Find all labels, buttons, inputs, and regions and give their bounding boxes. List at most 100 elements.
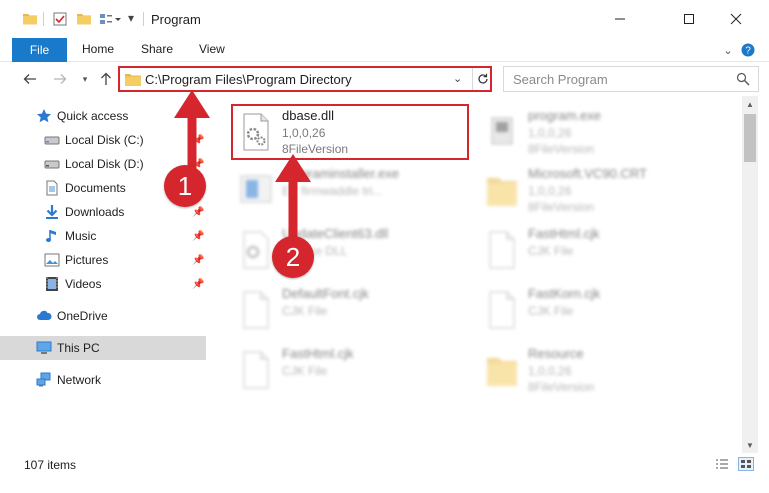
file-icon [243,351,269,389]
file-version: 1,0,0,26 [528,126,572,140]
layout-icon[interactable] [98,11,114,27]
file-description: EY firmwaddle tri... [282,184,383,198]
sidebar-item-label: Music [65,229,97,243]
chevron-down-icon[interactable]: ▾ [128,11,144,27]
title-bar: ▾ Program [0,0,769,38]
file-item-fasthtml-left[interactable]: FastHtml.cjk CJK File [234,342,474,402]
tab-home[interactable]: Home [82,42,114,56]
folder-icon [125,74,141,86]
sidebar-item-label: Documents [65,181,126,195]
window-bottom-edge [0,475,769,493]
help-button[interactable]: ? [741,43,755,57]
tiles-view-button[interactable] [738,457,754,471]
sidebar-item-label: Network [57,373,102,387]
tab-file[interactable]: File [12,38,67,62]
sidebar-item-this-pc[interactable]: This PC [0,336,206,360]
pin-icon: 📌 [192,206,205,218]
highlight-box [231,104,469,160]
sidebar-item-pictures[interactable]: Pictures 📌 [0,248,206,272]
search-input[interactable]: Search Program [513,72,608,87]
search-box[interactable]: Search Program [503,66,759,92]
triangle-down-icon: ▼ [746,440,754,450]
address-bar[interactable]: C:\Program Files\Program Directory ⌄ [118,66,492,92]
file-item-microsoft-vc90[interactable]: Microsoft.VC90.CRT 1,0,0,26 8FileVersion [480,162,720,222]
computer-icon [36,341,52,354]
file-name: programinstaller.exe [282,166,400,181]
file-item-fastkorn[interactable]: FastKorn.cjk CJK File [480,282,720,342]
sidebar-item-label: OneDrive [57,309,108,323]
downloads-icon [46,205,58,219]
refresh-button[interactable] [472,68,492,90]
file-item-updateclient[interactable]: UpdateClient63.dll Service DLL [234,222,474,282]
file-icon [489,231,515,269]
new-folder-icon[interactable] [76,11,92,27]
status-bar: 107 items [0,453,769,475]
triangle-up-icon: ▲ [746,99,754,109]
sidebar-item-label: Local Disk (D:) [65,157,144,171]
vertical-scrollbar[interactable]: ▲ ▼ [742,96,758,453]
folder-icon[interactable] [22,11,38,27]
address-path[interactable]: C:\Program Files\Program Directory [145,72,352,87]
refresh-icon [477,73,488,84]
recent-locations-button[interactable]: ▾ [75,69,95,89]
file-name: program.exe [528,108,601,123]
scroll-down-button[interactable]: ▼ [742,437,758,453]
file-name: Microsoft.VC90.CRT [528,166,647,181]
scroll-thumb[interactable] [744,114,756,162]
documents-icon [46,180,58,196]
maximize-button[interactable] [666,0,712,38]
sidebar-item-quick-access[interactable]: Quick access [0,104,206,128]
back-button[interactable] [20,69,40,89]
file-description: 8FileVersion [528,142,595,156]
tiles-view-icon [741,460,751,468]
close-button[interactable] [713,0,759,38]
file-icon [243,291,269,329]
file-icon [489,291,515,329]
chevron-down-icon: ⌄ [453,73,463,85]
scroll-up-button[interactable]: ▲ [742,96,758,112]
file-description: CJK File [528,244,574,258]
file-name: FastHtml.cjk [528,226,600,241]
file-item-program-exe[interactable]: program.exe 1,0,0,26 8FileVersion [480,104,720,164]
sidebar-item-label: This PC [57,341,100,355]
expand-ribbon-icon[interactable]: ⌄ [721,43,735,57]
item-count: 107 items [24,458,77,472]
file-description: 8FileVersion [528,380,595,394]
details-view-button[interactable] [714,457,730,471]
file-version: 1,0,0,26 [528,184,572,198]
cloud-icon [37,310,52,320]
file-item-fasthtml-right[interactable]: FastHtml.cjk CJK File [480,222,720,282]
help-icon: ? [741,43,755,57]
sidebar-item-music[interactable]: Music 📌 [0,224,206,248]
sidebar-item-network[interactable]: Network [0,368,206,392]
sidebar-item-label: Pictures [65,253,109,267]
sidebar-item-videos[interactable]: Videos 📌 [0,272,206,296]
details-view-icon [716,459,728,469]
address-row: ▾ C:\Program Files\Program Directory ⌄ S… [0,62,769,96]
up-button[interactable] [96,69,116,89]
address-history-button[interactable]: ⌄ [453,72,462,85]
tab-share[interactable]: Share [141,42,173,56]
minimize-button[interactable] [597,0,643,38]
properties-icon[interactable] [52,11,68,27]
arrow-right-icon [54,74,67,84]
sidebar-item-local-disk-c[interactable]: Local Disk (C:) 📌 [0,128,206,152]
network-icon [36,372,51,387]
tab-view[interactable]: View [199,42,225,56]
chevron-down-icon: ▾ [82,73,88,84]
exe-file-icon [491,117,513,145]
arrow-left-icon [23,74,36,84]
file-item-defaultfont[interactable]: DefaultFont.cjk CJK File [234,282,474,342]
minimize-icon [615,18,625,20]
file-name: FastHtml.cjk [282,346,354,361]
file-item-resource[interactable]: Resource 1,0,0,26 8FileVersion [480,342,720,402]
star-icon [36,109,52,123]
forward-button[interactable] [50,69,70,89]
customize-quick-access-icon[interactable] [113,11,123,27]
window-title: Program [151,12,201,27]
search-icon[interactable] [736,72,750,86]
file-item-programinstaller[interactable]: programinstaller.exe EY firmwaddle tri..… [234,162,474,222]
pictures-icon [44,253,60,267]
sidebar-item-onedrive[interactable]: OneDrive [0,304,206,328]
file-description: CJK File [282,304,328,318]
